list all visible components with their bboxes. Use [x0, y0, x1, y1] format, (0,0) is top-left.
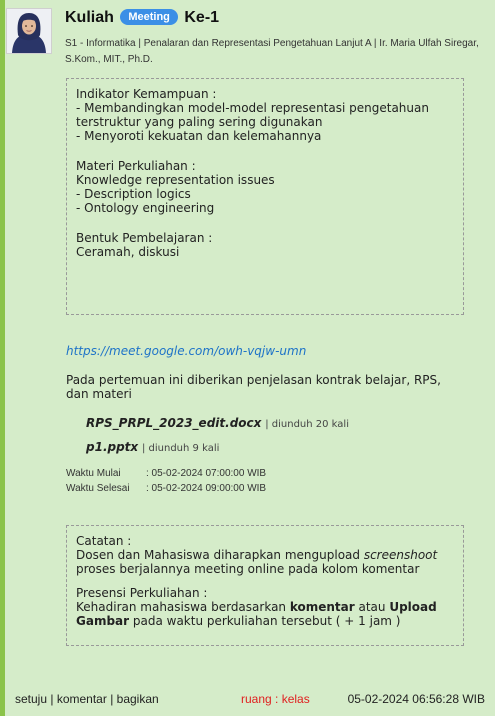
schedule: Waktu Mulai : 05-02-2024 07:00:00 WIB Wak…: [66, 466, 266, 496]
bentuk-heading: Bentuk Pembelajaran :: [76, 231, 213, 245]
materi-item: Knowledge representation issues: [76, 173, 275, 187]
presensi-heading: Presensi Perkuliahan :: [76, 586, 208, 600]
materi-item: - Description logics: [76, 187, 191, 201]
materi-heading: Materi Perkuliahan :: [76, 159, 196, 173]
file-item: RPS_PRPL_2023_edit.docx | diunduh 20 kal…: [86, 416, 349, 430]
avatar: [6, 8, 52, 54]
course-title: Kuliah Meeting Ke-1: [65, 9, 219, 27]
course-details-box: Indikator Kemampuan : - Membandingkan mo…: [66, 78, 464, 315]
accent-bar: [0, 0, 5, 716]
catatan-heading: Catatan :: [76, 534, 132, 548]
title-suffix: Ke-1: [184, 9, 220, 26]
indikator-heading: Indikator Kemampuan :: [76, 87, 217, 101]
room-label: ruang : kelas: [241, 692, 310, 706]
meeting-badge: Meeting: [120, 9, 178, 25]
lecturer-avatar-icon: [7, 9, 51, 53]
indikator-item: - Menyoroti kekuatan dan kelemahannya: [76, 129, 322, 143]
post-timestamp: 05-02-2024 06:56:28 WIB: [347, 692, 485, 706]
separator: |: [47, 692, 57, 706]
bentuk-text: Ceramah, diskusi: [76, 245, 180, 259]
notes-box: Catatan : Dosen dan Mahasiswa diharapkan…: [66, 525, 464, 646]
indikator-item: - Membandingkan model-model representasi…: [76, 101, 429, 129]
file-link[interactable]: RPS_PRPL_2023_edit.docx: [86, 416, 261, 430]
setuju-link[interactable]: setuju: [15, 692, 47, 706]
presensi-text: Kehadiran mahasiswa berdasarkan komentar…: [76, 600, 437, 628]
start-value: : 05-02-2024 07:00:00 WIB: [146, 468, 267, 479]
end-label: Waktu Selesai: [66, 483, 130, 494]
end-value: : 05-02-2024 09:00:00 WIB: [146, 483, 267, 494]
download-count: | diunduh 9 kali: [141, 443, 220, 454]
course-subtitle: S1 - Informatika | Penalaran dan Represe…: [65, 38, 479, 65]
bagikan-link[interactable]: bagikan: [117, 692, 159, 706]
download-count: | diunduh 20 kali: [265, 419, 349, 430]
file-link[interactable]: p1.pptx: [86, 440, 138, 454]
start-label: Waktu Mulai: [66, 468, 121, 479]
file-item: p1.pptx | diunduh 9 kali: [86, 440, 219, 454]
post-footer: setuju | komentar | bagikan ruang : kela…: [15, 692, 489, 706]
catatan-text: Dosen dan Mahasiswa diharapkan menguploa…: [76, 548, 438, 576]
materi-item: - Ontology engineering: [76, 201, 215, 215]
session-description: Pada pertemuan ini diberikan penjelasan …: [66, 373, 441, 401]
komentar-link[interactable]: komentar: [57, 692, 107, 706]
separator: |: [106, 692, 117, 706]
meeting-link[interactable]: https://meet.google.com/owh-vqjw-umn: [66, 344, 306, 358]
title-prefix: Kuliah: [65, 9, 114, 26]
